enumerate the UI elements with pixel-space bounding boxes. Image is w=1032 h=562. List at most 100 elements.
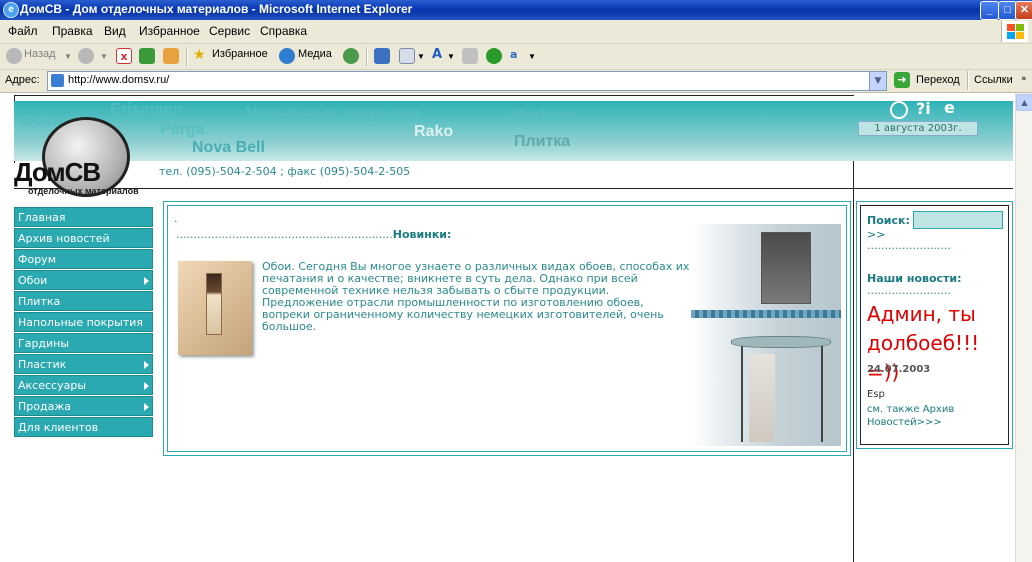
submenu-arrow-icon bbox=[144, 361, 149, 369]
nav-item[interactable]: Гардины bbox=[14, 333, 153, 353]
wallpaper-thumbnail[interactable] bbox=[178, 261, 252, 355]
frame-line bbox=[14, 188, 1013, 189]
minimize-button[interactable]: _ bbox=[980, 1, 999, 20]
go-label[interactable]: Переход bbox=[916, 74, 960, 86]
banner-word: Perga bbox=[160, 121, 205, 138]
vertical-scrollbar[interactable]: ▲ bbox=[1015, 93, 1032, 562]
media-button[interactable]: Медиа bbox=[298, 48, 332, 60]
search-icon[interactable] bbox=[890, 101, 908, 119]
forward-dropdown-icon[interactable]: ▼ bbox=[100, 52, 108, 61]
forward-arrow-icon[interactable] bbox=[78, 48, 94, 64]
nav-item-label: Для клиентов bbox=[18, 421, 99, 434]
nav-item-label: Главная bbox=[18, 211, 66, 224]
address-dropdown-icon[interactable]: ▼ bbox=[869, 72, 886, 90]
stop-icon[interactable]: x bbox=[116, 48, 132, 64]
banner-word: Marburg bbox=[512, 107, 576, 124]
frame-line bbox=[14, 95, 854, 96]
font-size-icon[interactable]: A bbox=[432, 47, 442, 62]
translate-icon[interactable]: a bbox=[510, 48, 517, 61]
news-author: Esp bbox=[867, 389, 885, 400]
date-display: 1 августа 2003г. bbox=[858, 121, 978, 136]
back-arrow-icon[interactable] bbox=[6, 48, 22, 64]
history-icon[interactable] bbox=[343, 48, 359, 64]
news-heading: ........................................… bbox=[176, 228, 451, 241]
dots-separator: ........................ bbox=[867, 284, 951, 297]
font-dropdown-icon[interactable]: ▼ bbox=[447, 52, 455, 61]
menu-help[interactable]: Справка bbox=[260, 24, 307, 38]
nav-item[interactable]: Обои bbox=[14, 270, 153, 290]
menu-view[interactable]: Вид bbox=[104, 24, 126, 38]
mirror-image bbox=[761, 232, 811, 304]
nav-item[interactable]: Архив новостей bbox=[14, 228, 153, 248]
nav-item[interactable]: Для клиентов bbox=[14, 417, 153, 437]
site-banner: Обои Erismann Напольные покрытия Perga N… bbox=[14, 98, 1013, 161]
address-bar: Адрес: http://www.domsv.ru/ ▼ ➜ Переход … bbox=[0, 70, 1032, 93]
email-icon[interactable]: e bbox=[944, 98, 955, 117]
egyptian-figure-image bbox=[206, 273, 222, 335]
nav-item-label: Плитка bbox=[18, 295, 61, 308]
refresh-icon[interactable] bbox=[139, 48, 155, 64]
back-dropdown-icon[interactable]: ▼ bbox=[64, 52, 72, 61]
messenger-icon[interactable] bbox=[486, 48, 502, 64]
nav-item[interactable]: Пластик bbox=[14, 354, 153, 374]
media-icon[interactable] bbox=[279, 48, 295, 64]
menu-favorites[interactable]: Избранное bbox=[139, 24, 200, 38]
main-dot: . bbox=[174, 212, 178, 225]
address-label: Адрес: bbox=[5, 74, 40, 86]
toolbar-separator bbox=[366, 47, 368, 66]
banner-word: Плитка bbox=[514, 133, 571, 150]
submenu-arrow-icon bbox=[144, 403, 149, 411]
scroll-up-icon[interactable]: ▲ bbox=[1016, 94, 1032, 111]
nav-item-label: Пластик bbox=[18, 358, 67, 371]
archive-link[interactable]: см. также Архив Новостей>>> bbox=[867, 403, 1003, 429]
nav-item-label: Обои bbox=[18, 274, 48, 287]
search-label: Поиск: bbox=[867, 214, 910, 227]
links-button[interactable]: Ссылки bbox=[974, 74, 1013, 86]
nav-item[interactable]: Продажа bbox=[14, 396, 153, 416]
links-chevron-icon[interactable]: » bbox=[1021, 74, 1027, 84]
favorites-button[interactable]: Избранное bbox=[212, 48, 268, 60]
menu-bar: Файл Правка Вид Избранное Сервис Справка bbox=[0, 20, 1032, 44]
banner-word: Erismann bbox=[110, 101, 183, 118]
toolbar-separator bbox=[186, 47, 188, 66]
nav-item-label: Форум bbox=[18, 253, 56, 266]
logo-text[interactable]: ДомСВ bbox=[14, 157, 101, 188]
dots-leader: ........................................… bbox=[176, 228, 393, 241]
logo-subtitle: отделочных материалов bbox=[28, 186, 139, 196]
close-button[interactable]: ✕ bbox=[1015, 1, 1032, 20]
submenu-arrow-icon bbox=[144, 382, 149, 390]
go-arrow-icon[interactable]: ➜ bbox=[894, 72, 910, 88]
nav-item[interactable]: Плитка bbox=[14, 291, 153, 311]
nav-item[interactable]: Напольные покрытия bbox=[14, 312, 153, 332]
main-content-box: . ......................................… bbox=[163, 201, 851, 456]
address-field[interactable]: http://www.domsv.ru/ ▼ bbox=[47, 71, 887, 91]
favorites-star-icon[interactable]: ★ bbox=[193, 46, 206, 63]
window-icon[interactable] bbox=[374, 48, 390, 64]
help-icon[interactable]: ?i bbox=[916, 99, 931, 118]
menu-tools[interactable]: Сервис bbox=[209, 24, 250, 38]
address-url[interactable]: http://www.domsv.ru/ bbox=[68, 74, 169, 86]
towel-image bbox=[749, 354, 775, 442]
news-date: 24.07.2003 bbox=[867, 364, 931, 375]
intro-text: Обои. Сегодня Вы многое узнаете о различ… bbox=[262, 260, 690, 333]
nav-item[interactable]: Аксессуары bbox=[14, 375, 153, 395]
ie-logo-icon: e bbox=[3, 2, 19, 18]
new-items-label: Новинки: bbox=[392, 228, 452, 241]
back-button[interactable]: Назад bbox=[24, 48, 56, 60]
menu-edit[interactable]: Правка bbox=[52, 24, 93, 38]
print-icon[interactable] bbox=[462, 48, 478, 64]
frame-line bbox=[853, 115, 854, 562]
toolbar: Назад ▼ ▼ x ★ Избранное Медиа ▼ A ▼ a ▼ bbox=[0, 44, 1032, 70]
search-input[interactable] bbox=[913, 211, 1003, 229]
banner-word: Rako bbox=[414, 123, 454, 140]
menu-file[interactable]: Файл bbox=[8, 24, 38, 38]
nav-item-label: Напольные покрытия bbox=[18, 316, 143, 329]
toolbar-separator bbox=[967, 71, 969, 90]
mail-dropdown-icon[interactable]: ▼ bbox=[417, 52, 425, 61]
nav-item[interactable]: Форум bbox=[14, 249, 153, 269]
translate-dropdown-icon[interactable]: ▼ bbox=[528, 52, 536, 61]
nav-item[interactable]: Главная bbox=[14, 207, 153, 227]
windows-logo-icon bbox=[1001, 21, 1028, 42]
home-icon[interactable] bbox=[163, 48, 179, 64]
mail-icon[interactable] bbox=[399, 48, 415, 64]
